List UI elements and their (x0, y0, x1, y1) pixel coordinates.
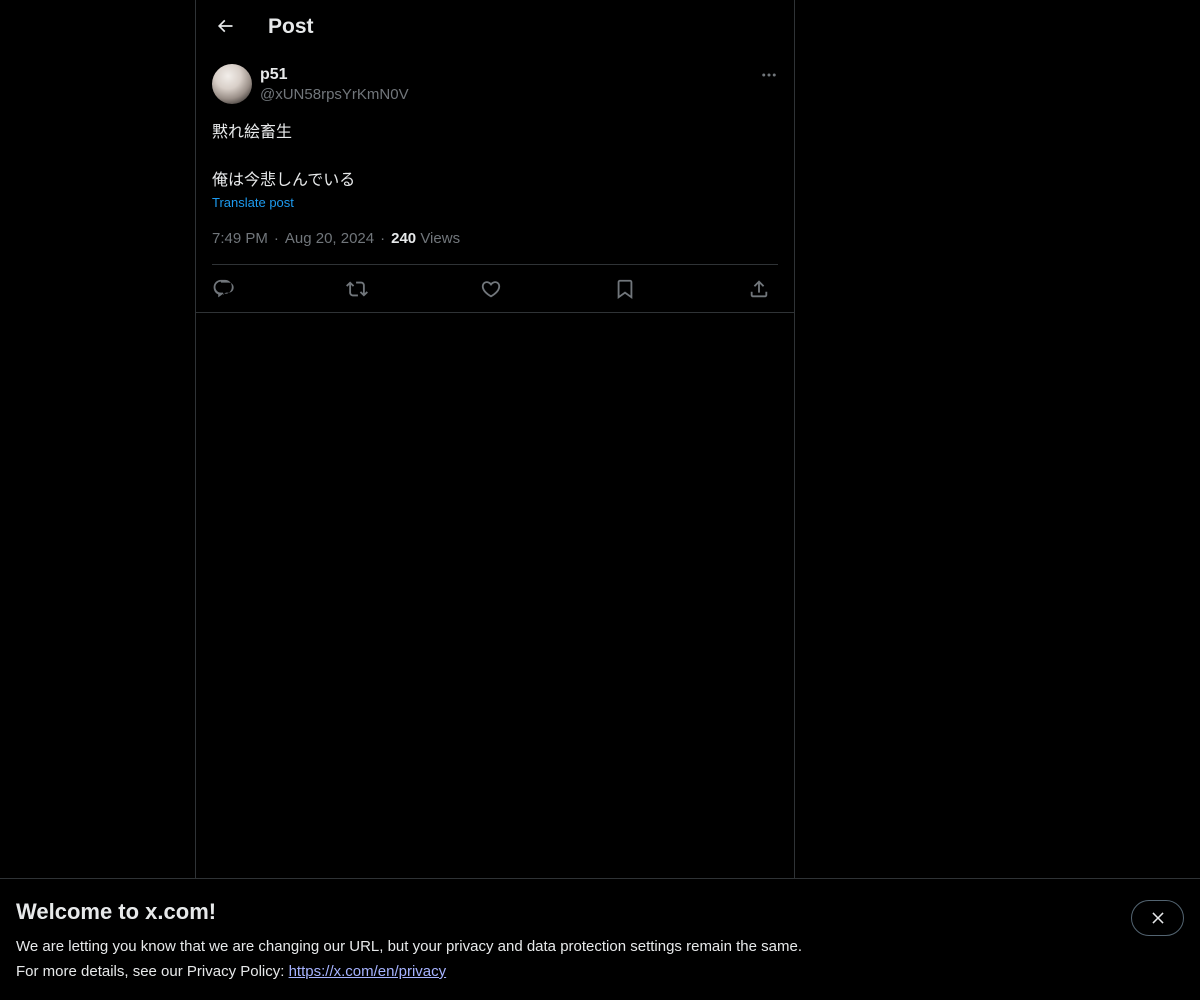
post-actions (212, 272, 778, 306)
url-change-banner: Welcome to x.com! We are letting you kno… (0, 878, 1200, 1000)
close-banner-button[interactable] (1131, 900, 1184, 936)
privacy-policy-link[interactable]: https://x.com/en/privacy (289, 963, 447, 980)
like-icon (481, 281, 501, 298)
views-label: Views (420, 230, 461, 247)
author-display-name[interactable]: p51 (260, 65, 288, 85)
banner-policy-prefix: For more details, see our Privacy Policy… (16, 963, 289, 980)
banner-title: Welcome to x.com! (16, 899, 217, 924)
close-icon (1151, 912, 1164, 924)
bookmark-button[interactable] (608, 272, 642, 306)
repost-icon (346, 281, 368, 297)
back-button[interactable] (208, 9, 242, 43)
reply-button[interactable] (206, 272, 240, 306)
meta-separator: · (273, 230, 279, 247)
post-time[interactable]: 7:49 PM (212, 230, 268, 247)
bookmark-icon (617, 279, 633, 300)
arrow-left-icon (217, 19, 233, 33)
divider (212, 264, 778, 265)
banner-policy-line: For more details, see our Privacy Policy… (16, 962, 446, 982)
more-options-button[interactable] (754, 62, 784, 88)
banner-message: We are letting you know that we are chan… (16, 938, 802, 955)
author-handle[interactable]: @xUN58rpsYrKmN0V (260, 85, 409, 105)
like-button[interactable] (474, 272, 508, 306)
divider (196, 312, 794, 313)
main-column: Post p51 @xUN58rpsYrKmN0V 黙れ絵畜生 俺は今悲しんでい… (195, 0, 795, 880)
meta-separator: · (380, 230, 386, 247)
post-text: 黙れ絵畜生 俺は今悲しんでいる (212, 120, 778, 192)
page-title: Post (268, 15, 314, 38)
views-count: 240 (391, 230, 417, 247)
post-text-line: 黙れ絵畜生 (212, 122, 293, 141)
share-icon (750, 280, 768, 298)
post-date[interactable]: Aug 20, 2024 (285, 230, 374, 247)
more-icon (762, 73, 776, 77)
post-meta: 7:49 PM · Aug 20, 2024 · 240 Views (212, 229, 460, 249)
post-text-line (212, 144, 778, 168)
post-text-line: 俺は今悲しんでいる (212, 170, 356, 189)
repost-button[interactable] (340, 272, 374, 306)
translate-post-link[interactable]: Translate post (212, 195, 294, 211)
share-button[interactable] (742, 272, 776, 306)
avatar[interactable] (212, 64, 252, 104)
reply-icon (213, 279, 234, 298)
page-header: Post (196, 0, 794, 54)
